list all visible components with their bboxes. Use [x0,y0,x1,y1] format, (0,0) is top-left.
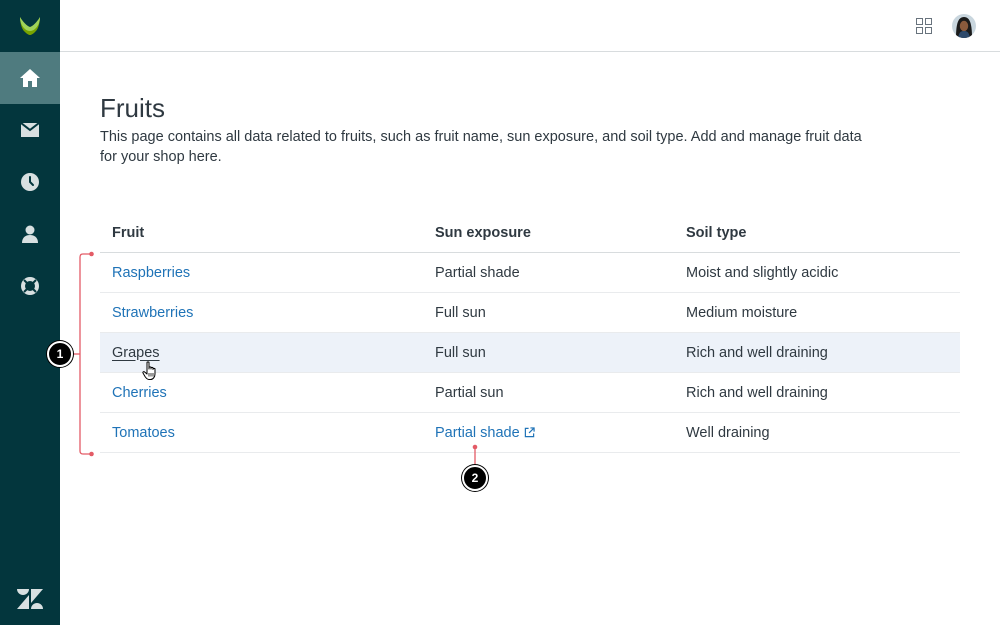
fruit-link-tomatoes[interactable]: Tomatoes [112,425,175,441]
table-row: Tomatoes Partial shade Well draining [100,413,960,453]
page-title: Fruits [100,93,165,123]
soil-type-cell: Rich and well draining [686,344,828,361]
soil-type-cell: Well draining [686,424,770,441]
grid-icon [916,18,932,34]
column-header-sun-exposure: Sun exposure [435,224,531,241]
sun-exposure-cell: Full sun [435,344,486,361]
annotation-pointer [472,444,478,467]
nav-inbox[interactable] [0,104,60,156]
nav-support[interactable] [0,260,60,312]
annotation-badge-2: 2 [462,465,488,491]
apps-button[interactable] [912,14,936,38]
person-icon [22,225,38,243]
user-avatar[interactable] [952,14,976,38]
column-header-soil-type: Soil type [686,224,747,241]
top-header [60,0,1000,52]
product-logo [0,0,60,52]
column-header-fruit: Fruit [112,224,145,241]
table-row: Raspberries Partial shade Moist and slig… [100,253,960,293]
avatar-icon [952,14,976,38]
annotation-badge-1: 1 [47,341,73,367]
home-icon [20,69,40,87]
sun-exposure-external-link[interactable]: Partial shade [435,425,535,441]
nav-home[interactable] [0,52,60,104]
page-description: This page contains all data related to f… [100,129,862,165]
fruit-link-strawberries[interactable]: Strawberries [112,305,193,321]
zendesk-logo-icon [17,589,43,609]
hand-cursor-icon [142,361,156,380]
sun-exposure-cell: Partial shade [435,264,520,281]
soil-type-cell: Rich and well draining [686,384,828,401]
table-row: Cherries Partial sun Rich and well drain… [100,373,960,413]
mail-icon [21,123,39,137]
soil-type-cell: Moist and slightly acidic [686,264,839,281]
sidebar [0,0,60,625]
fruit-link-cherries[interactable]: Cherries [112,385,167,401]
sun-exposure-link-label: Partial shade [435,424,520,441]
fruit-link-grapes[interactable]: Grapes [112,345,160,361]
fruit-link-raspberries[interactable]: Raspberries [112,265,190,281]
fruits-table: Fruit Sun exposure Soil type Raspberries… [100,213,960,453]
table-row-hovered: Grapes Full sun Rich and well draining [100,333,960,373]
leaf-logo-icon [20,17,40,35]
soil-type-cell: Medium moisture [686,304,798,321]
annotation-bracket [72,251,94,457]
lifebuoy-icon [21,277,39,295]
table-header: Fruit Sun exposure Soil type [100,213,960,253]
zendesk-logo [0,573,60,625]
nav-history[interactable] [0,156,60,208]
sun-exposure-cell: Full sun [435,304,486,321]
sun-exposure-cell: Partial sun [435,384,504,401]
clock-icon [21,173,39,191]
external-link-icon [524,426,535,437]
table-row: Strawberries Full sun Medium moisture [100,293,960,333]
nav-user[interactable] [0,208,60,260]
